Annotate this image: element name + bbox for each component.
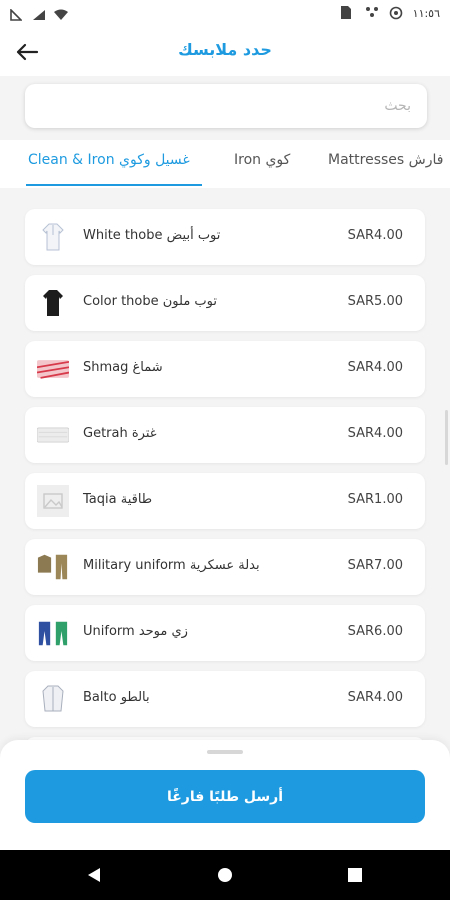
back-nav-icon[interactable] bbox=[85, 865, 105, 885]
shmag-icon bbox=[37, 353, 69, 385]
status-left bbox=[10, 6, 68, 21]
item-price: SAR4.00 bbox=[347, 360, 403, 375]
uniform-icon bbox=[37, 617, 69, 649]
list-item[interactable]: Military uniform بدلة عسكرية SAR7.00 bbox=[25, 539, 425, 595]
list-scrollbar[interactable] bbox=[445, 410, 448, 465]
item-name: White thobe توب أبيض bbox=[83, 228, 221, 243]
tab-mattresses[interactable]: Mattresses فارش bbox=[328, 152, 443, 168]
list-item[interactable]: Uniform زي موحد SAR6.00 bbox=[25, 605, 425, 661]
item-name: Military uniform بدلة عسكرية bbox=[83, 558, 260, 573]
military-uniform-icon bbox=[37, 551, 69, 583]
list-item[interactable]: Balto بالطو SAR4.00 bbox=[25, 671, 425, 727]
item-price: SAR4.00 bbox=[347, 228, 403, 243]
tab-clean-iron[interactable]: Clean & Iron غسيل وكوي bbox=[28, 152, 190, 168]
system-navigation-bar bbox=[0, 850, 450, 900]
white-thobe-icon bbox=[37, 221, 69, 253]
bottom-sheet: أرسل طلبًا فارغًا bbox=[0, 740, 450, 850]
category-tabs: Clean & Iron غسيل وكوي Iron كوي Mattress… bbox=[0, 140, 450, 188]
balto-icon bbox=[37, 683, 69, 715]
getrah-icon bbox=[37, 419, 69, 451]
signal-icon bbox=[32, 6, 46, 20]
item-price: SAR1.00 bbox=[347, 492, 403, 507]
recents-nav-icon[interactable] bbox=[345, 865, 365, 885]
home-nav-icon[interactable] bbox=[215, 865, 235, 885]
list-item[interactable]: Shmag شماغ SAR4.00 bbox=[25, 341, 425, 397]
item-name: Uniform زي موحد bbox=[83, 624, 188, 639]
item-price: SAR7.00 bbox=[347, 558, 403, 573]
taqia-placeholder-icon bbox=[37, 485, 69, 517]
active-tab-indicator bbox=[26, 184, 202, 186]
color-thobe-icon bbox=[37, 287, 69, 319]
list-item[interactable]: Taqia طاقية SAR1.00 bbox=[25, 473, 425, 529]
data-saver-icon bbox=[389, 6, 403, 20]
status-right: ١١:٥٦ bbox=[340, 6, 440, 20]
item-price: SAR4.00 bbox=[347, 690, 403, 705]
vpn-icon bbox=[365, 6, 379, 20]
send-empty-order-button[interactable]: أرسل طلبًا فارغًا bbox=[25, 770, 425, 823]
page-title: حدد ملابسك bbox=[178, 40, 272, 59]
search-box bbox=[25, 84, 427, 128]
search-input[interactable] bbox=[25, 84, 427, 128]
item-name: Getrah غترة bbox=[83, 426, 157, 441]
item-price: SAR5.00 bbox=[347, 294, 403, 309]
item-name: Color thobe توب ملون bbox=[83, 294, 217, 309]
item-name: Shmag شماغ bbox=[83, 360, 163, 375]
sim-icon bbox=[340, 6, 355, 20]
item-name: Balto بالطو bbox=[83, 690, 150, 705]
items-list[interactable]: White thobe توب أبيض SAR4.00 Color thobe… bbox=[0, 200, 450, 740]
status-time: ١١:٥٦ bbox=[412, 6, 440, 20]
notification-icon bbox=[10, 6, 24, 21]
item-price: SAR4.00 bbox=[347, 426, 403, 441]
wifi-icon bbox=[54, 6, 68, 20]
app-header: حدد ملابسك bbox=[0, 28, 450, 76]
status-bar: ١١:٥٦ bbox=[0, 0, 450, 28]
list-item[interactable]: White thobe توب أبيض SAR4.00 bbox=[25, 209, 425, 265]
item-name: Taqia طاقية bbox=[83, 492, 153, 507]
item-price: SAR6.00 bbox=[347, 624, 403, 639]
tab-iron[interactable]: Iron كوي bbox=[234, 152, 290, 168]
list-item[interactable]: Getrah غترة SAR4.00 bbox=[25, 407, 425, 463]
list-item[interactable]: Color thobe توب ملون SAR5.00 bbox=[25, 275, 425, 331]
sheet-drag-handle[interactable] bbox=[207, 750, 243, 754]
